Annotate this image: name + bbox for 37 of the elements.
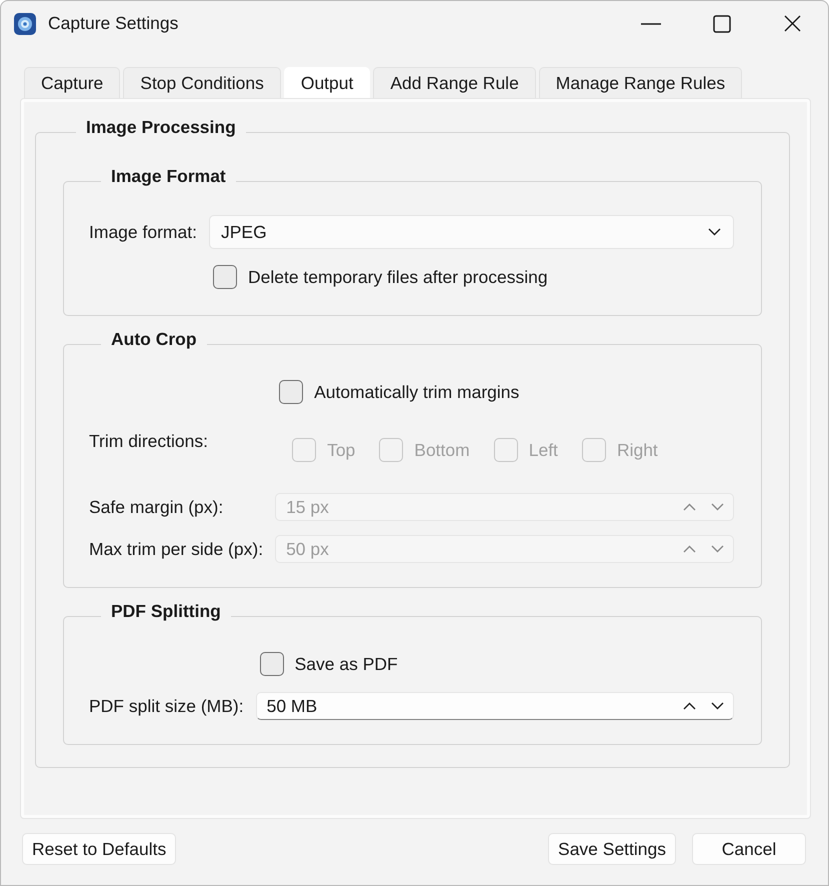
chevron-down-icon[interactable] (711, 702, 724, 710)
chevron-up-icon[interactable] (683, 702, 696, 710)
chevron-down-icon[interactable] (708, 228, 721, 236)
checkbox[interactable] (279, 380, 304, 404)
group-title: Auto Crop (110, 329, 198, 351)
field-label: PDF split size (MB): (89, 696, 244, 716)
checkbox-label: Bottom (414, 440, 470, 460)
checkbox-label: Save as PDF (294, 654, 398, 674)
checkbox-label: Left (528, 440, 558, 460)
dialog-button[interactable]: Reset to Defaults (22, 833, 176, 865)
field-label: Trim directions: (89, 430, 209, 452)
checkbox[interactable] (212, 265, 237, 289)
group-title: Image Processing (85, 117, 237, 139)
tab[interactable]: Manage Range Rules (538, 67, 742, 98)
dropdown[interactable]: JPEG (208, 215, 734, 249)
close-icon (784, 15, 801, 32)
checkbox-label: Top (327, 440, 356, 460)
group-title: PDF Splitting (110, 601, 222, 623)
field-label: Image format: (89, 222, 197, 242)
group-title: Image Format (110, 166, 227, 188)
tab[interactable]: Capture (24, 67, 120, 98)
tab[interactable]: Add Range Rule (373, 67, 536, 98)
spin-box[interactable]: 50 MB (256, 692, 734, 720)
tab[interactable]: Stop Conditions (123, 67, 281, 98)
dialog-button[interactable]: Cancel (692, 833, 806, 865)
checkbox[interactable] (260, 652, 284, 676)
field-label: Safe margin (px): (89, 496, 224, 518)
field-label: Max trim per side (px): (89, 538, 264, 560)
tab[interactable]: Output (284, 67, 370, 98)
app-icon (14, 12, 36, 34)
minimize-icon (640, 22, 660, 24)
checkbox-label: Right (616, 440, 658, 460)
checkbox-label: Automatically trim margins (314, 382, 520, 402)
maximize-icon (712, 14, 730, 32)
window-title: Capture Settings (48, 13, 178, 34)
checkbox-label: Delete temporary files after processing (248, 266, 548, 288)
dialog-button[interactable]: Save Settings (548, 833, 676, 865)
